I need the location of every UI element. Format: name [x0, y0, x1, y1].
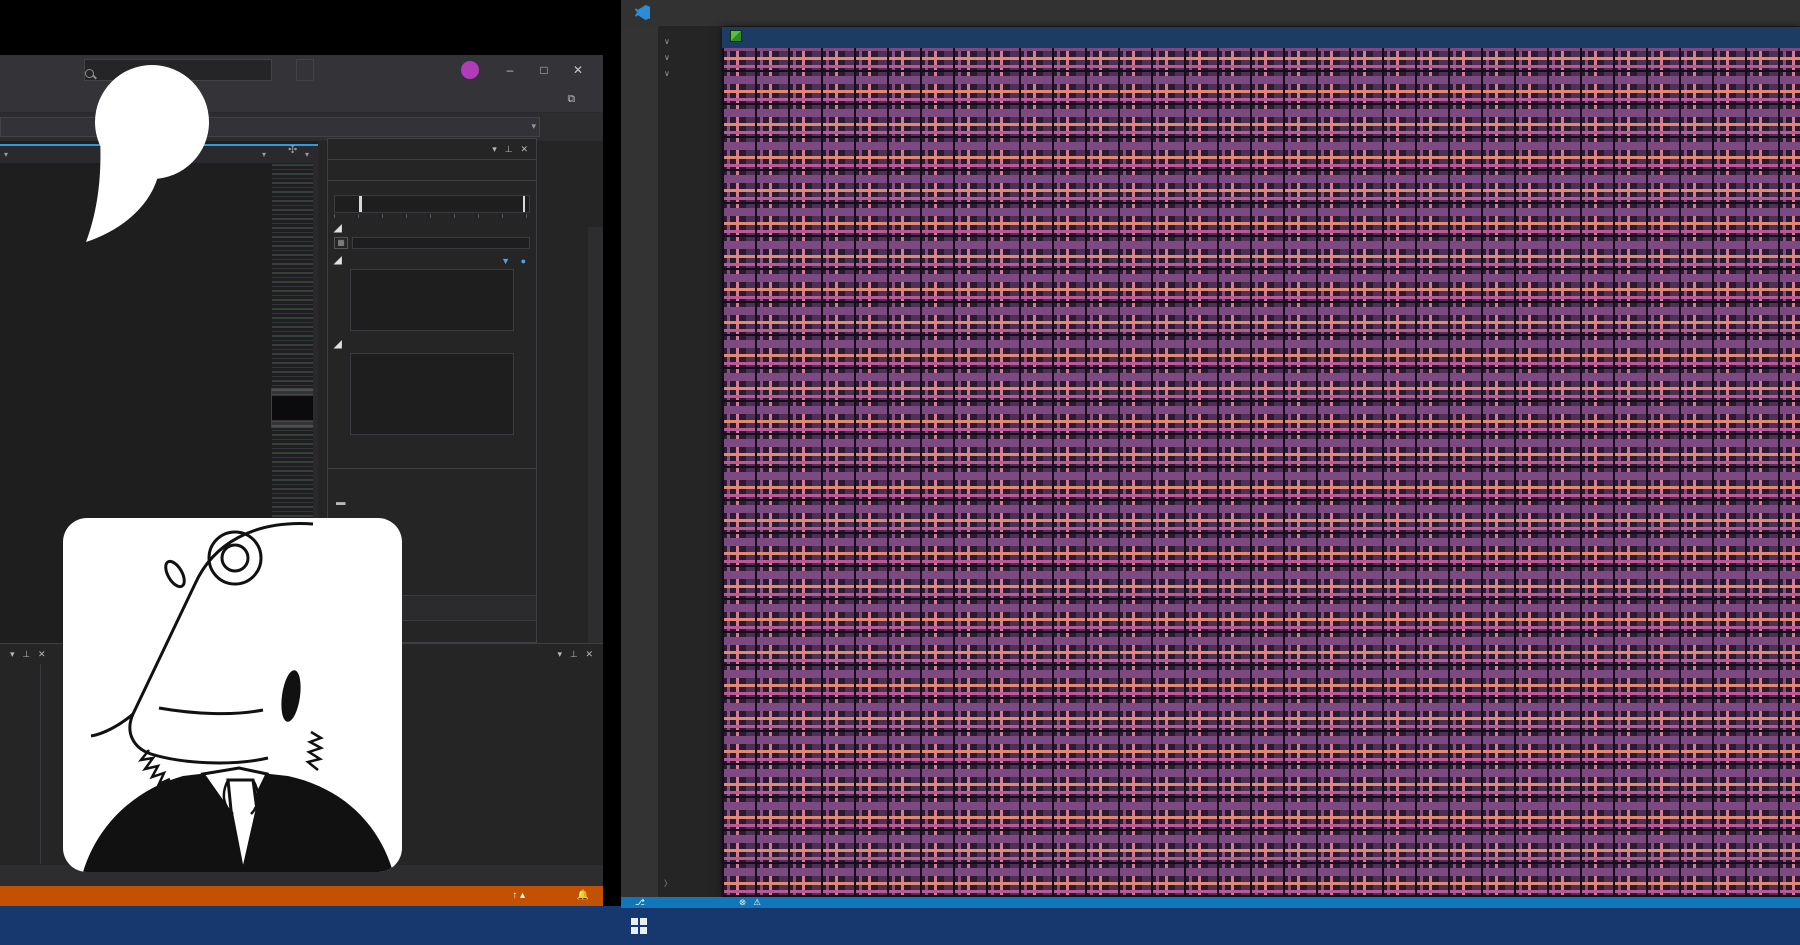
- vscode-title-bar: [621, 0, 1800, 26]
- live-share-button[interactable]: ⧉: [568, 85, 576, 113]
- memory-section-header[interactable]: ◢: [328, 255, 342, 266]
- game-window: [722, 27, 1800, 897]
- diagnostics-toolbar: [328, 159, 536, 181]
- diagnostic-tools-header[interactable]: ▾ ⊥ ✕: [328, 139, 536, 159]
- pin-icon[interactable]: ⊥: [570, 649, 578, 659]
- dub-section[interactable]: 〉: [658, 874, 675, 891]
- cpu-chart: [350, 353, 514, 435]
- lizard-avatar-image: [63, 518, 402, 872]
- vscode-logo-icon: [635, 5, 650, 20]
- add-to-source-control-button[interactable]: ↑ ▴: [512, 886, 525, 906]
- vscode-status-bar: ⎇ ⊗ ⚠: [621, 897, 1800, 908]
- events-track-icon: ▦: [334, 237, 348, 249]
- close-icon[interactable]: ✕: [520, 144, 528, 154]
- notifications-icon[interactable]: 🔔: [577, 886, 589, 906]
- minimize-button[interactable]: –: [493, 55, 527, 85]
- close-icon[interactable]: ✕: [38, 649, 46, 659]
- vs-config-dropdown[interactable]: [296, 59, 314, 81]
- split-editor-icon[interactable]: ✣: [288, 143, 297, 156]
- panel-menu-icon[interactable]: ▾: [558, 649, 563, 659]
- vs-user-avatar[interactable]: [461, 61, 479, 79]
- diagnostics-session-text: [328, 181, 536, 187]
- record-icon[interactable]: ●: [521, 256, 526, 266]
- open-editors-section[interactable]: ∨: [658, 32, 722, 48]
- desktop: – □ ✕ ⧉ ▾ ▼ ▾ ▾ ▾ ▾: [0, 0, 1800, 945]
- events-track: [352, 237, 530, 249]
- vs-status-bar: ↑ ▴ 🔔: [0, 886, 603, 906]
- activity-bar: [621, 26, 658, 897]
- close-button[interactable]: ✕: [561, 55, 595, 85]
- explorer-sidebar: ∨ ∨ ∨ 〉: [658, 26, 722, 897]
- game-viewport[interactable]: [722, 48, 1800, 897]
- diagnostics-timeline[interactable]: [334, 195, 530, 213]
- panel-menu-icon[interactable]: ▾: [492, 144, 497, 154]
- problems-indicator[interactable]: ⊗ ⚠: [739, 897, 761, 908]
- start-button[interactable]: [631, 918, 647, 934]
- filter-icon[interactable]: ▼: [501, 256, 510, 266]
- game-title-bar[interactable]: [722, 27, 1800, 48]
- taskbar-main: [621, 908, 1800, 945]
- show-events-link[interactable]: ▬: [328, 497, 536, 508]
- pin-icon[interactable]: ⊥: [505, 144, 513, 154]
- diagnostics-tab-strip: [328, 449, 536, 469]
- white-blob-overlay: [70, 60, 220, 260]
- pin-icon[interactable]: ⊥: [22, 649, 30, 659]
- close-icon[interactable]: ✕: [585, 649, 593, 659]
- vscode-window: ∨ ∨ ∨ 〉 ⎇ ⊗ ⚠: [621, 0, 1800, 945]
- events-section-header[interactable]: ◢: [328, 223, 342, 234]
- project-section[interactable]: ∨: [658, 48, 722, 64]
- panel-menu-icon[interactable]: ▾: [10, 649, 15, 659]
- memory-chart: [350, 269, 514, 331]
- git-branch-indicator[interactable]: ⎇: [635, 897, 645, 908]
- outline-section[interactable]: ∨: [658, 64, 722, 80]
- taskbar-left-monitor: [0, 906, 621, 945]
- game-app-icon: [730, 30, 742, 42]
- thread-dropdown[interactable]: ▾: [190, 117, 540, 137]
- maximize-button[interactable]: □: [527, 55, 561, 85]
- cpu-section-header[interactable]: ◢: [328, 339, 342, 350]
